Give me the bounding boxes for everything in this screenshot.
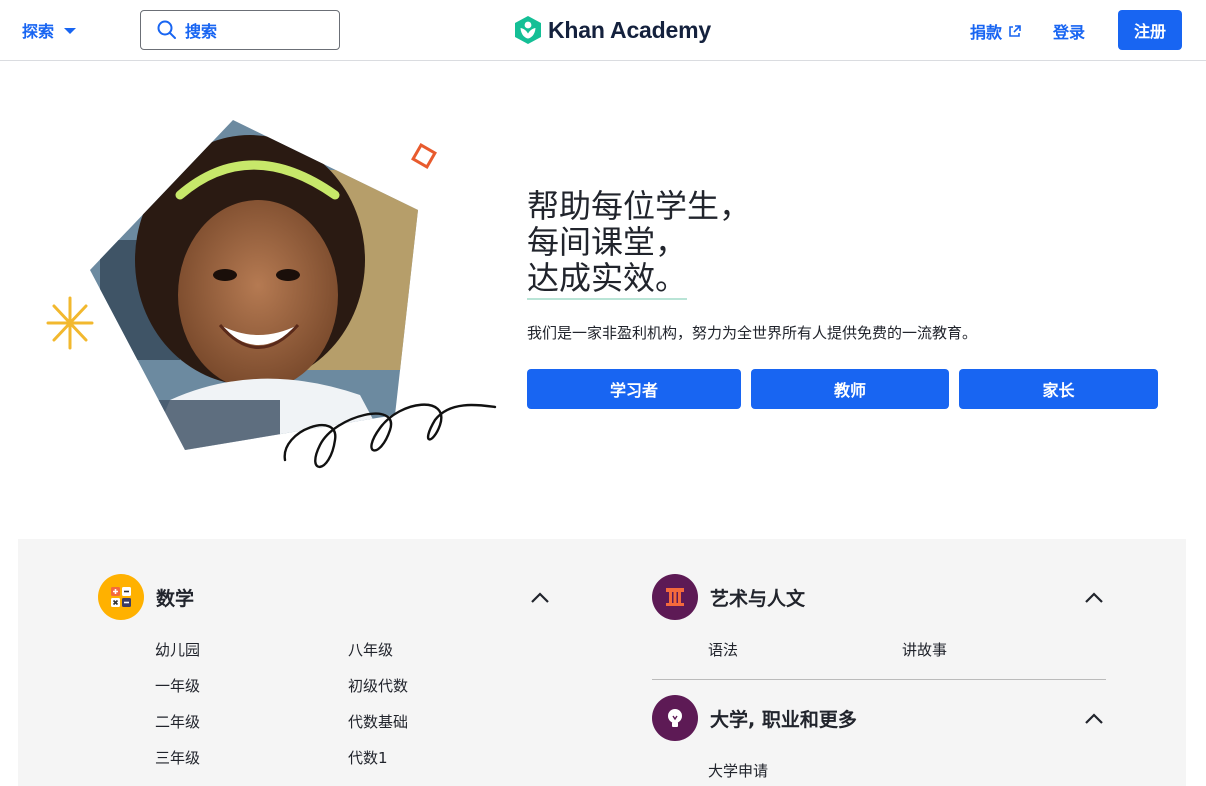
chevron-up-icon[interactable] [1083,590,1105,604]
subjects-panel: 数学 幼儿园 一年级 二年级 三年级 八年级 初级代数 代数基础 代数1 艺术与… [18,539,1186,786]
explore-menu-button[interactable]: 探索 [22,18,77,42]
chevron-up-icon[interactable] [529,590,551,604]
sparkle-decoration [46,296,94,350]
khan-academy-logo[interactable]: Khan Academy [514,15,711,45]
college-link-applications[interactable]: 大学申请 [708,760,768,781]
college-section-header[interactable]: 大学, 职业和更多 [652,695,857,741]
math-link-algebra-basics[interactable]: 代数基础 [348,711,408,732]
hero-subtitle: 我们是一家非盈利机构，努力为全世界所有人提供免费的一流教育。 [527,324,978,342]
arts-link-storytelling[interactable]: 讲故事 [902,639,947,660]
hero-illustration [46,120,497,469]
parent-button[interactable]: 家长 [959,369,1158,409]
arts-link-grammar[interactable]: 语法 [708,639,738,660]
search-box[interactable]: 搜索 [140,10,340,50]
learner-button[interactable]: 学习者 [527,369,741,409]
calculator-icon [98,574,144,620]
chevron-down-icon [64,28,77,34]
signup-button[interactable]: 注册 [1118,10,1182,50]
math-title: 数学 [156,587,195,610]
hero-headline: 帮助每位学生， 每间课堂， 达成实效。 [527,188,751,300]
headline-line-3: 达成实效。 [527,260,688,300]
logo-text: Khan Academy [548,16,711,43]
diamond-decoration [411,143,437,169]
college-title: 大学, 职业和更多 [710,708,857,731]
math-link-kindergarten[interactable]: 幼儿园 [155,639,200,660]
math-link-pre-algebra[interactable]: 初级代数 [348,675,408,696]
top-navigation-bar: 探索 搜索 Khan Academy 捐款 登录 注册 [0,0,1206,61]
donate-link[interactable]: 捐款 [970,19,1021,43]
math-link-algebra-1[interactable]: 代数1 [348,747,388,768]
section-divider [652,679,1106,680]
donate-label: 捐款 [970,23,1003,42]
explore-label: 探索 [22,22,55,41]
math-link-grade-1[interactable]: 一年级 [155,675,200,696]
lightbulb-icon [652,695,698,741]
chevron-up-icon[interactable] [1083,711,1105,725]
arts-title: 艺术与人文 [710,587,806,610]
headline-line-1: 帮助每位学生， [527,187,752,225]
math-link-grade-8[interactable]: 八年级 [348,639,393,660]
math-link-grade-3[interactable]: 三年级 [155,747,200,768]
search-placeholder: 搜索 [185,22,218,41]
teacher-button[interactable]: 教师 [751,369,949,409]
headline-line-2: 每间课堂， [527,223,688,261]
column-icon [652,574,698,620]
search-icon [157,20,176,39]
khan-academy-logo-icon [515,16,541,44]
arts-section-header[interactable]: 艺术与人文 [652,574,805,620]
external-link-icon [1009,24,1021,37]
math-link-grade-2[interactable]: 二年级 [155,711,200,732]
login-link[interactable]: 登录 [1053,19,1085,43]
math-section-header[interactable]: 数学 [98,574,194,620]
